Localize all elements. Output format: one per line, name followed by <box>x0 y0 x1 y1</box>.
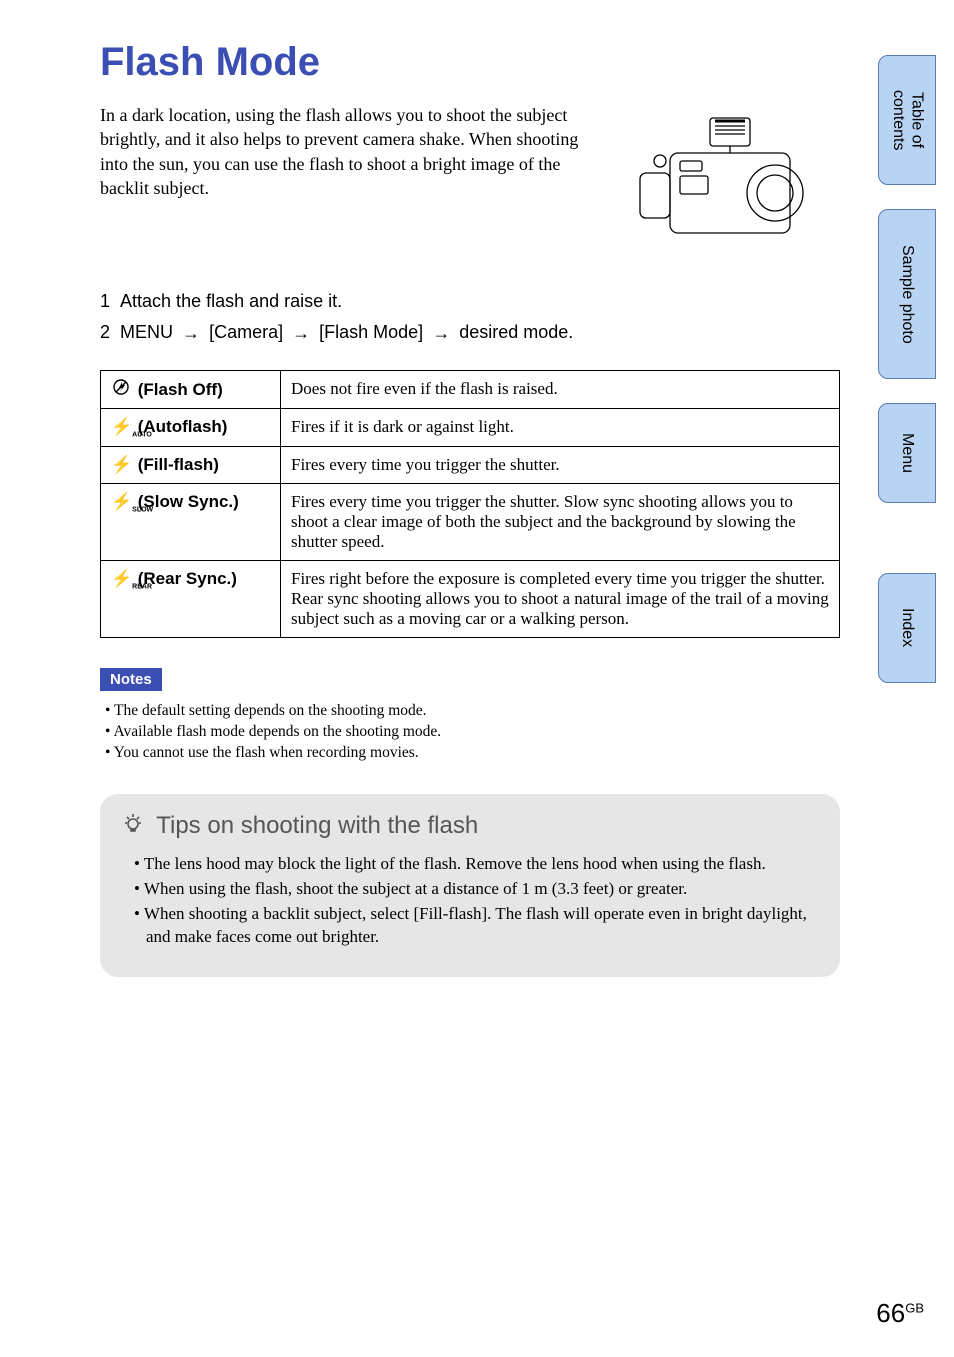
page-title: Flash Mode <box>100 40 840 85</box>
tab-index[interactable]: Index <box>878 573 936 683</box>
list-item: Available flash mode depends on the shoo… <box>102 722 840 743</box>
tips-heading: Tips on shooting with the flash <box>122 812 818 841</box>
table-row: ⚡REAR (Rear Sync.) Fires right before th… <box>101 561 840 638</box>
list-item: The lens hood may block the light of the… <box>122 853 818 876</box>
tab-label: Sample photo <box>898 227 916 362</box>
mode-name: (Rear Sync.) <box>138 569 237 588</box>
flash-mode-table: (Flash Off) Does not fire even if the fl… <box>100 370 840 638</box>
list-item: When using the flash, shoot the subject … <box>122 878 818 901</box>
tips-list: The lens hood may block the light of the… <box>122 853 818 949</box>
tab-table-of-contents[interactable]: Table of contents <box>878 55 936 185</box>
tab-label: Table of contents <box>889 56 926 184</box>
step-2: 2 MENU → [Camera] → [Flash Mode] → desir… <box>100 322 840 344</box>
step-1-text: Attach the flash and raise it. <box>120 291 342 311</box>
tab-menu[interactable]: Menu <box>878 403 936 503</box>
page-number-value: 66 <box>876 1298 905 1328</box>
step-list: 1 Attach the flash and raise it. 2 MENU … <box>100 291 840 344</box>
mode-name: (Autoflash) <box>138 417 228 436</box>
intro-text: In a dark location, using the flash allo… <box>100 103 596 263</box>
intro-row: In a dark location, using the flash allo… <box>100 103 840 263</box>
flash-off-icon <box>111 379 131 400</box>
mode-name: (Slow Sync.) <box>138 492 239 511</box>
page-number: 66GB <box>876 1298 924 1329</box>
mode-name: (Fill-flash) <box>138 455 219 474</box>
tips-icon <box>122 812 144 841</box>
notes-list: The default setting depends on the shoot… <box>100 701 840 764</box>
tips-heading-text: Tips on shooting with the flash <box>156 812 478 839</box>
camera-illustration <box>610 103 840 263</box>
table-row: (Flash Off) Does not fire even if the fl… <box>101 370 840 408</box>
tab-label: Index <box>898 590 916 665</box>
mode-desc: Does not fire even if the flash is raise… <box>281 370 840 408</box>
list-item: You cannot use the flash when recording … <box>102 743 840 764</box>
arrow-icon: → <box>288 323 314 344</box>
tab-label: Menu <box>898 415 916 491</box>
tab-sample-photo[interactable]: Sample photo <box>878 209 936 379</box>
step-2-flashmode: [Flash Mode] <box>319 322 423 342</box>
step-2-menu: MENU <box>120 322 173 342</box>
arrow-icon: → <box>428 323 454 344</box>
list-item: The default setting depends on the shoot… <box>102 701 840 722</box>
side-tabs: Table of contents Sample photo Menu Inde… <box>878 55 936 707</box>
step-2-desired: desired mode. <box>459 322 573 342</box>
notes-label: Notes <box>100 668 162 691</box>
tips-box: Tips on shooting with the flash The lens… <box>100 794 840 977</box>
table-row: ⚡ (Fill-flash) Fires every time you trig… <box>101 447 840 484</box>
mode-desc: Fires every time you trigger the shutter… <box>281 447 840 484</box>
mode-desc: Fires if it is dark or against light. <box>281 408 840 446</box>
list-item: When shooting a backlit subject, select … <box>122 903 818 949</box>
arrow-icon: → <box>178 323 204 344</box>
rear-sync-icon: ⚡REAR <box>111 569 131 590</box>
step-2-num: 2 <box>100 322 110 342</box>
mode-name: (Flash Off) <box>138 380 223 399</box>
step-2-camera: [Camera] <box>209 322 283 342</box>
step-1: 1 Attach the flash and raise it. <box>100 291 840 312</box>
autoflash-icon: ⚡AUTO <box>111 417 131 438</box>
fill-flash-icon: ⚡ <box>111 455 131 475</box>
step-1-num: 1 <box>100 291 110 311</box>
page-number-suffix: GB <box>905 1300 924 1315</box>
mode-desc: Fires right before the exposure is compl… <box>281 561 840 638</box>
slow-sync-icon: ⚡SLOW <box>111 492 131 513</box>
mode-desc: Fires every time you trigger the shutter… <box>281 484 840 561</box>
table-row: ⚡AUTO (Autoflash) Fires if it is dark or… <box>101 408 840 446</box>
table-row: ⚡SLOW (Slow Sync.) Fires every time you … <box>101 484 840 561</box>
